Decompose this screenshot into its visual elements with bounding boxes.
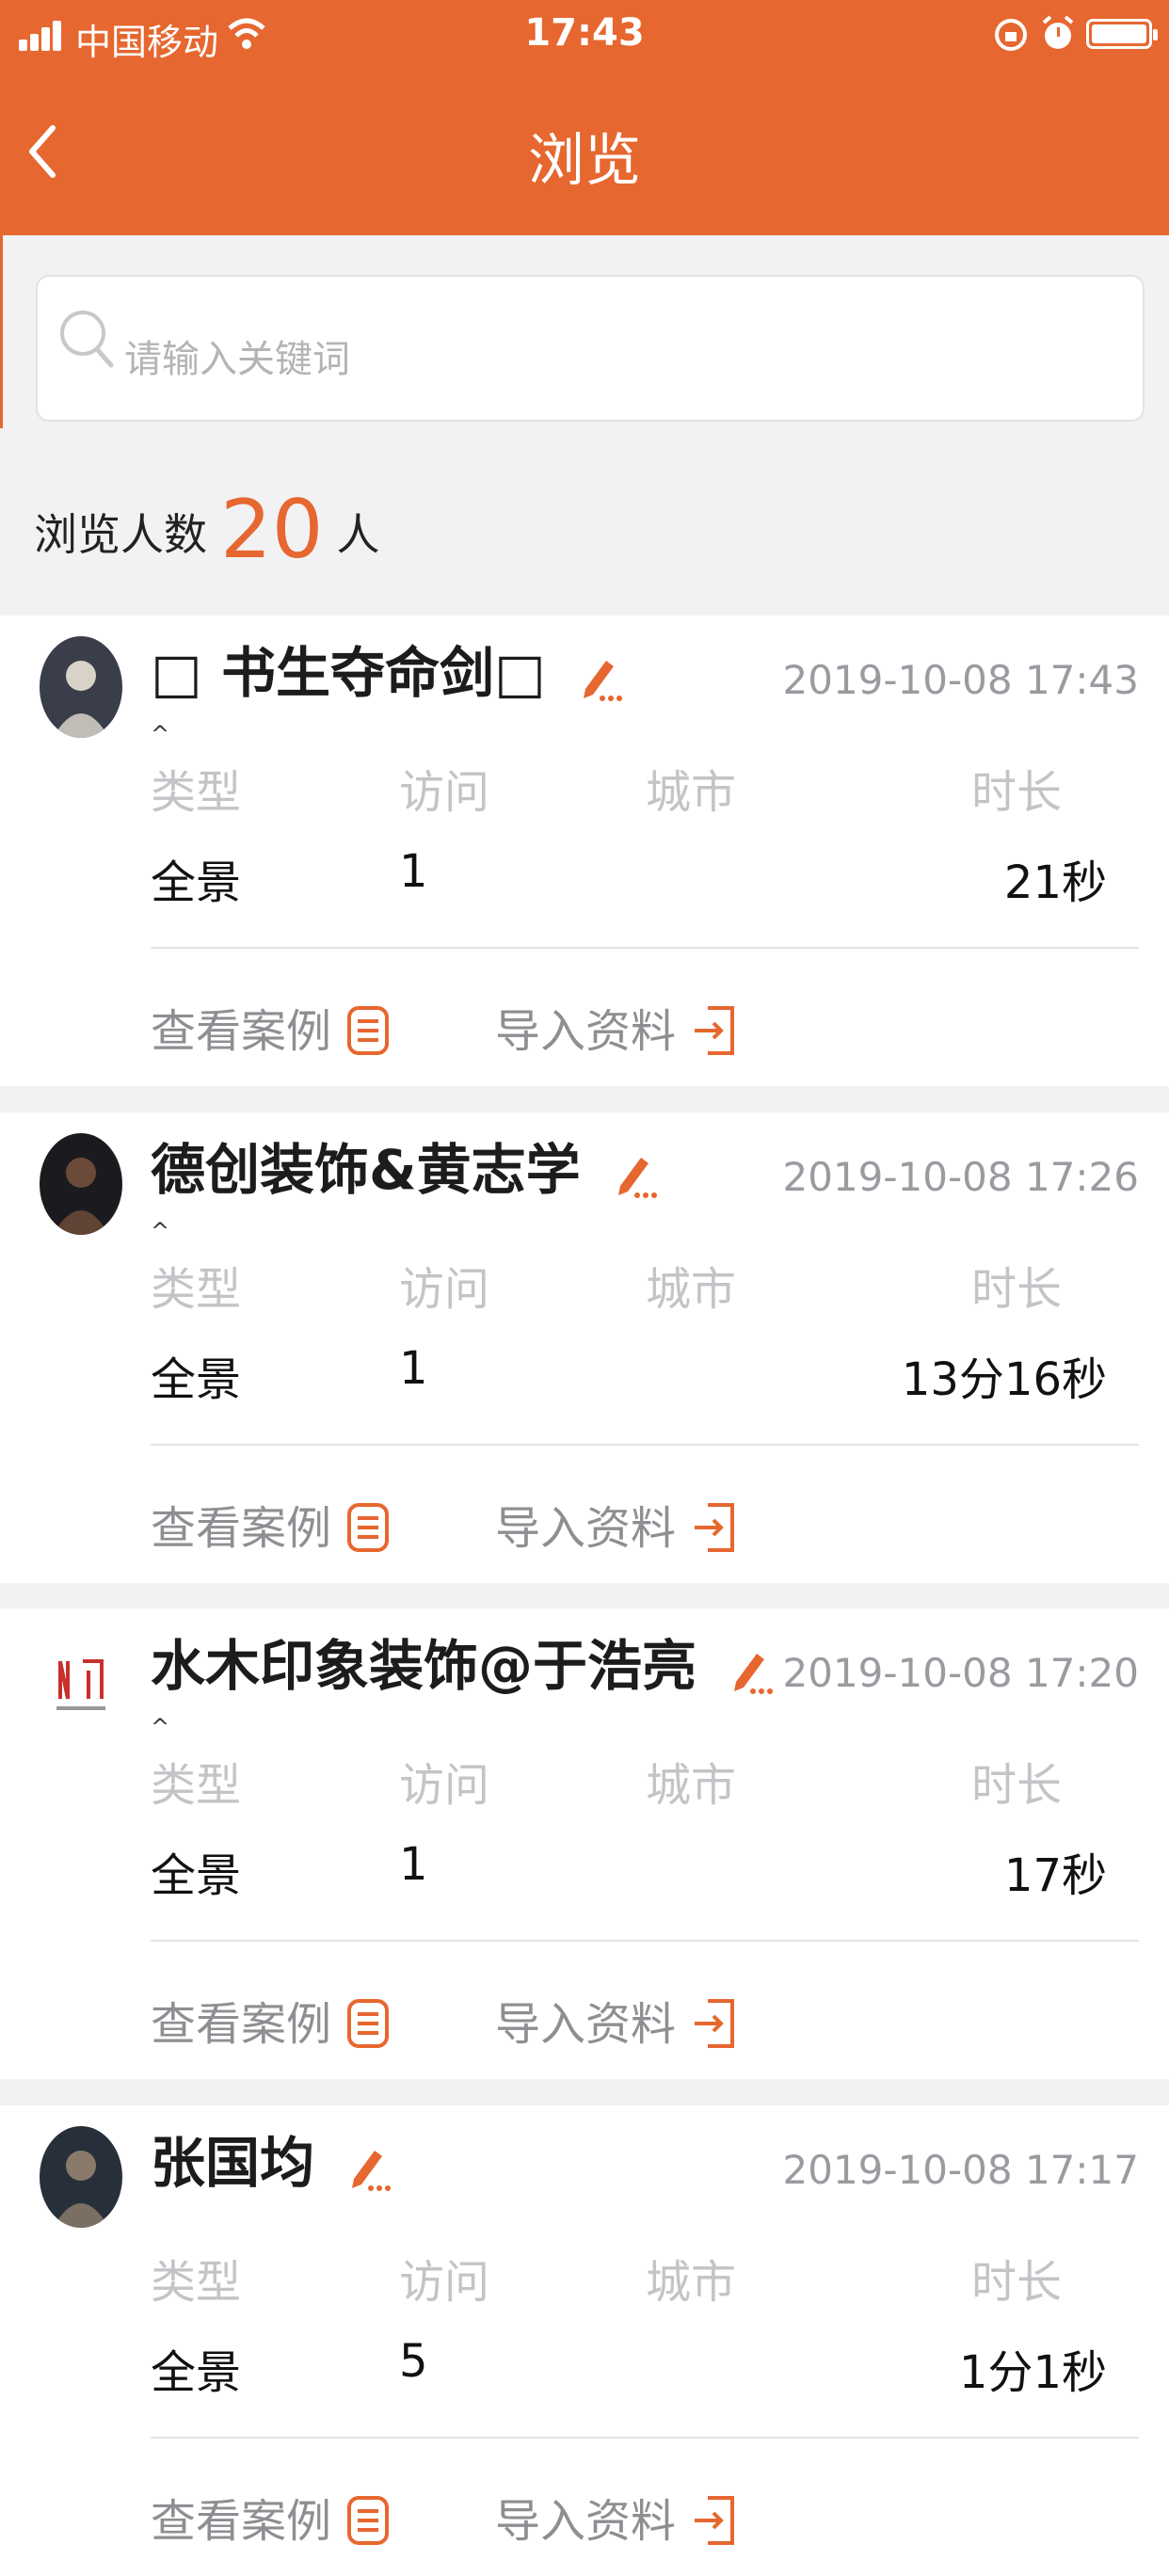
page-title: 浏览 (528, 128, 641, 194)
alarm-icon (1042, 15, 1074, 49)
import-data-label: 导入资料 (495, 1005, 677, 1058)
visit-datetime: 2019-10-08 17:26 (782, 1154, 1139, 1200)
import-icon (695, 2496, 735, 2545)
name-caret: ^ (151, 1714, 170, 1740)
avatar (40, 636, 122, 738)
visitor-card[interactable]: 水木印象装饰@于浩亮 2019-10-08 17:20 ^ 类型 访问 城市 时… (0, 1608, 1169, 2079)
import-icon (695, 1999, 735, 2048)
import-data-button[interactable]: 导入资料 (495, 994, 736, 1060)
edit-pencil-icon[interactable] (346, 2141, 392, 2192)
value-duration: 17秒 (1003, 1849, 1107, 1902)
label-type: 类型 (151, 1759, 242, 1812)
label-city: 城市 (646, 766, 737, 819)
list-icon (347, 1999, 390, 2048)
import-data-label: 导入资料 (495, 2495, 677, 2548)
orientation-lock-icon (995, 19, 1027, 51)
search-input[interactable]: 请输入关键词 (36, 275, 1145, 422)
list-icon (347, 1503, 390, 1552)
visitor-name: □ 书生夺命剑□ (151, 641, 546, 705)
value-type: 全景 (151, 1849, 242, 1902)
value-duration: 1分1秒 (958, 2346, 1107, 2399)
import-icon (695, 1503, 735, 1552)
label-type: 类型 (151, 1263, 242, 1316)
edit-pencil-icon[interactable] (729, 1644, 774, 1695)
visitor-name-row: 张国均 (151, 2119, 392, 2198)
value-visits: 5 (399, 2335, 428, 2388)
count-prefix: 浏览人数 (34, 509, 207, 560)
view-case-label: 查看案例 (151, 1502, 332, 1555)
label-city: 城市 (646, 1759, 737, 1812)
label-type: 类型 (151, 2256, 242, 2309)
count-suffix: 人 (336, 509, 380, 560)
view-case-button[interactable]: 查看案例 (151, 2484, 390, 2550)
visitor-name-row: □ 书生夺命剑□ (151, 629, 623, 708)
import-data-label: 导入资料 (495, 1502, 677, 1555)
view-case-label: 查看案例 (151, 1005, 332, 1058)
search-placeholder: 请输入关键词 (124, 338, 350, 381)
visitor-name-row: 德创装饰&黄志学 (151, 1126, 658, 1205)
avatar (40, 1629, 122, 1731)
import-data-button[interactable]: 导入资料 (495, 2484, 736, 2550)
status-bar: 中国移动 17:43 (0, 0, 1169, 71)
label-type: 类型 (151, 766, 242, 819)
label-visits: 访问 (399, 1759, 490, 1812)
visitor-name: 张国均 (151, 2131, 315, 2195)
avatar (40, 2126, 122, 2228)
card-divider (151, 947, 1139, 949)
visit-datetime: 2019-10-08 17:20 (782, 1650, 1139, 1696)
value-type: 全景 (151, 1353, 242, 1406)
value-duration: 13分16秒 (901, 1353, 1107, 1406)
value-duration: 21秒 (1003, 856, 1107, 909)
value-type: 全景 (151, 856, 242, 909)
label-visits: 访问 (399, 1263, 490, 1316)
nav-header: 中国移动 17:43 浏览 (0, 0, 1169, 235)
card-divider (151, 1940, 1139, 1942)
visitor-name-row: 水木印象装饰@于浩亮 (151, 1622, 774, 1701)
card-divider (151, 2437, 1139, 2439)
import-icon (695, 1006, 735, 1055)
visitor-name: 水木印象装饰@于浩亮 (151, 1634, 697, 1698)
value-type: 全景 (151, 2346, 242, 2399)
search-icon (60, 311, 114, 368)
edit-pencil-icon[interactable] (613, 1148, 658, 1199)
label-city: 城市 (646, 2256, 737, 2309)
avatar (40, 1133, 122, 1235)
card-divider (151, 1444, 1139, 1446)
view-case-button[interactable]: 查看案例 (151, 1987, 390, 2053)
visitor-card[interactable]: □ 书生夺命剑□ 2019-10-08 17:43 ^ 类型 访问 城市 时长 … (0, 616, 1169, 1086)
label-visits: 访问 (399, 2256, 490, 2309)
edit-pencil-icon[interactable] (578, 651, 623, 702)
import-data-button[interactable]: 导入资料 (495, 1491, 736, 1557)
label-duration: 时长 (971, 1759, 1063, 1812)
list-icon (347, 1006, 390, 1055)
visitor-count: 浏览人数 20 人 (34, 475, 380, 577)
visit-datetime: 2019-10-08 17:43 (782, 657, 1139, 703)
label-visits: 访问 (399, 766, 490, 819)
label-city: 城市 (646, 1263, 737, 1316)
value-visits: 1 (399, 1342, 428, 1395)
search-section: 请输入关键词 (0, 235, 1169, 428)
view-case-label: 查看案例 (151, 2495, 332, 2548)
list-icon (347, 2496, 390, 2545)
visitor-name: 德创装饰&黄志学 (151, 1138, 581, 1202)
name-caret: ^ (151, 1218, 170, 1244)
label-duration: 时长 (971, 766, 1063, 819)
import-data-button[interactable]: 导入资料 (495, 1987, 736, 2053)
visitor-card[interactable]: 德创装饰&黄志学 2019-10-08 17:26 ^ 类型 访问 城市 时长 … (0, 1112, 1169, 1583)
label-duration: 时长 (971, 2256, 1063, 2309)
value-visits: 1 (399, 845, 428, 898)
view-case-button[interactable]: 查看案例 (151, 994, 390, 1060)
view-case-label: 查看案例 (151, 1998, 332, 2051)
visitor-card[interactable]: 张国均 2019-10-08 17:17 类型 访问 城市 时长 全景 5 1分… (0, 2105, 1169, 2576)
view-case-button[interactable]: 查看案例 (151, 1491, 390, 1557)
name-caret: ^ (151, 721, 170, 747)
label-duration: 时长 (971, 1263, 1063, 1316)
value-visits: 1 (399, 1838, 428, 1891)
battery-icon (1086, 19, 1158, 49)
visit-datetime: 2019-10-08 17:17 (782, 2147, 1139, 2193)
count-number: 20 (220, 483, 324, 577)
import-data-label: 导入资料 (495, 1998, 677, 2051)
